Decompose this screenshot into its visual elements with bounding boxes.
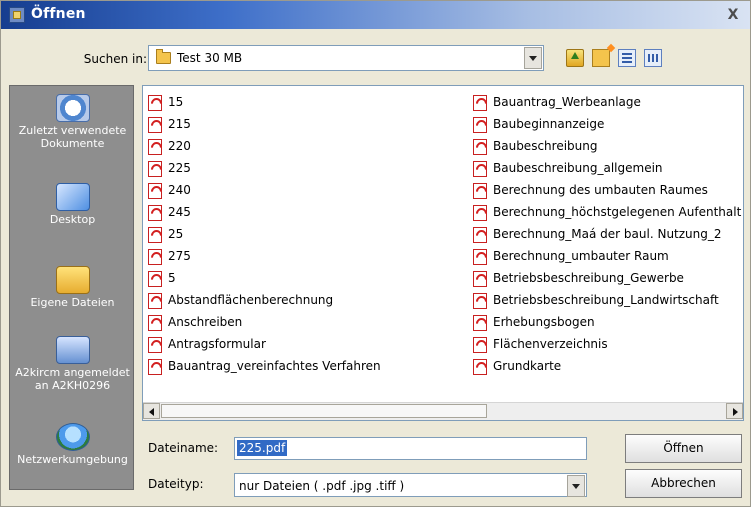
- file-name: Baubeschreibung: [493, 139, 598, 153]
- close-button[interactable]: X: [724, 6, 742, 24]
- file-name: Berechnung_umbauter Raum: [493, 249, 669, 263]
- place-my-documents[interactable]: Eigene Dateien: [10, 266, 135, 309]
- file-name: 240: [168, 183, 191, 197]
- scroll-left-icon[interactable]: [143, 403, 160, 419]
- computer-icon: [55, 336, 90, 364]
- place-my-computer[interactable]: A2kircm angemeldet an A2KH0296: [10, 336, 135, 392]
- recent-documents-icon: [55, 94, 90, 122]
- up-folder-icon[interactable]: [566, 49, 584, 67]
- pdf-icon: [473, 271, 487, 287]
- look-in-value: Test 30 MB: [177, 51, 243, 65]
- file-name: Erhebungsbogen: [493, 315, 595, 329]
- list-view-icon[interactable]: [618, 49, 636, 67]
- window-title: Öffnen: [31, 6, 86, 22]
- place-label: Zuletzt verwendete Dokumente: [18, 124, 127, 150]
- pdf-icon: [473, 337, 487, 353]
- filetype-value: nur Dateien ( .pdf .jpg .tiff ): [239, 479, 405, 493]
- file-name: Baubeschreibung_allgemein: [493, 161, 663, 175]
- pdf-icon: [148, 139, 162, 155]
- file-name: 15: [168, 95, 184, 109]
- place-recent-documents[interactable]: Zuletzt verwendete Dokumente: [10, 94, 135, 150]
- file-name: Betriebsbeschreibung_Gewerbe: [493, 271, 684, 285]
- file-name: 25: [168, 227, 184, 241]
- pdf-icon: [148, 183, 162, 199]
- filename-value: 225.pdf: [237, 440, 288, 456]
- file-name: Berechnung_Maá der baul. Nutzung_2: [493, 227, 722, 241]
- pdf-icon: [148, 161, 162, 177]
- pdf-icon: [148, 337, 162, 353]
- pdf-icon: [473, 139, 487, 155]
- pdf-icon: [473, 205, 487, 221]
- new-folder-icon[interactable]: [592, 49, 610, 67]
- pdf-icon: [473, 315, 487, 331]
- pdf-icon: [473, 227, 487, 243]
- look-in-combobox[interactable]: Test 30 MB: [148, 45, 544, 71]
- title-bar: Öffnen X: [1, 1, 750, 29]
- open-dialog: Öffnen X Suchen in: Test 30 MB Zuletzt v…: [0, 0, 751, 507]
- pdf-icon: [473, 293, 487, 309]
- app-icon: [9, 7, 25, 23]
- folder-icon: [156, 49, 171, 64]
- pdf-icon: [148, 271, 162, 287]
- network-icon: [55, 423, 90, 451]
- file-name: Betriebsbeschreibung_Landwirtschaft: [493, 293, 719, 307]
- dropdown-arrow-icon[interactable]: [567, 475, 585, 497]
- dropdown-arrow-icon[interactable]: [524, 47, 542, 69]
- filetype-label: Dateityp:: [148, 477, 204, 491]
- place-label: Desktop: [49, 213, 96, 226]
- file-name: 220: [168, 139, 191, 153]
- pdf-icon: [473, 249, 487, 265]
- my-documents-icon: [55, 266, 90, 294]
- file-name: 275: [168, 249, 191, 263]
- file-name: Berechnung des umbauten Raumes: [493, 183, 708, 197]
- open-button[interactable]: Öffnen: [625, 434, 742, 463]
- pdf-icon: [148, 249, 162, 265]
- file-name: Baubeginnanzeige: [493, 117, 605, 131]
- filetype-select[interactable]: nur Dateien ( .pdf .jpg .tiff ): [234, 473, 587, 497]
- place-label: A2kircm angemeldet an A2KH0296: [15, 366, 130, 392]
- scroll-right-icon[interactable]: [726, 403, 743, 419]
- file-name: Anschreiben: [168, 315, 243, 329]
- pdf-icon: [148, 117, 162, 133]
- pdf-icon: [473, 95, 487, 111]
- filename-input[interactable]: 225.pdf: [234, 437, 587, 460]
- pdf-icon: [473, 183, 487, 199]
- pdf-icon: [148, 293, 162, 309]
- file-name: 5: [168, 271, 176, 285]
- file-list[interactable]: 15 215 220 225 240 245 25 275 5 Abstandf…: [142, 85, 744, 421]
- pdf-icon: [473, 117, 487, 133]
- horizontal-scrollbar[interactable]: [143, 402, 743, 420]
- file-name: Berechnung_höchstgelegenen Aufenthalt: [493, 205, 742, 219]
- file-name: Abstandflächenberechnung: [168, 293, 334, 307]
- pdf-icon: [148, 227, 162, 243]
- file-name: Bauantrag_Werbeanlage: [493, 95, 641, 109]
- file-name: Antragsformular: [168, 337, 266, 351]
- pdf-icon: [148, 315, 162, 331]
- place-network[interactable]: Netzwerkumgebung: [10, 423, 135, 466]
- pdf-icon: [148, 359, 162, 375]
- pdf-icon: [148, 95, 162, 111]
- file-name: Flächenverzeichnis: [493, 337, 608, 351]
- pdf-icon: [473, 359, 487, 375]
- desktop-icon: [55, 183, 90, 211]
- place-label: Netzwerkumgebung: [17, 453, 128, 466]
- details-view-icon[interactable]: [644, 49, 662, 67]
- file-name: Grundkarte: [493, 359, 562, 373]
- scroll-thumb[interactable]: [161, 404, 487, 418]
- file-name: 225: [168, 161, 191, 175]
- look-in-label: Suchen in:: [83, 52, 147, 66]
- places-bar: Zuletzt verwendete Dokumente Desktop Eig…: [9, 85, 134, 490]
- place-desktop[interactable]: Desktop: [10, 183, 135, 226]
- place-label: Eigene Dateien: [30, 296, 115, 309]
- cancel-button[interactable]: Abbrechen: [625, 469, 742, 498]
- pdf-icon: [148, 205, 162, 221]
- file-name: 215: [168, 117, 191, 131]
- filename-label: Dateiname:: [148, 441, 219, 455]
- file-name: 245: [168, 205, 191, 219]
- file-name: Bauantrag_vereinfachtes Verfahren: [168, 359, 381, 373]
- pdf-icon: [473, 161, 487, 177]
